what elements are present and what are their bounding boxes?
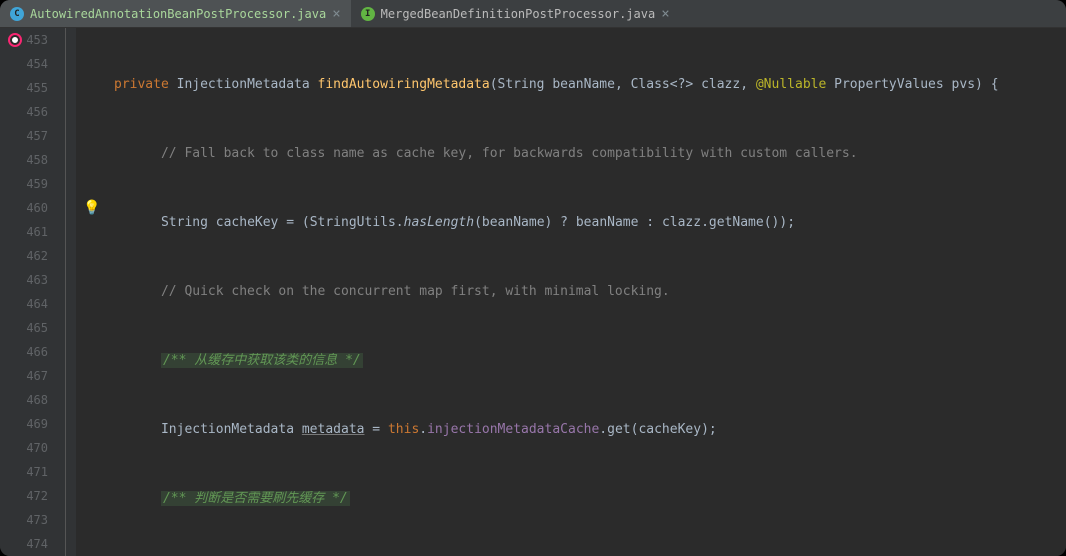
hint-cell	[76, 460, 108, 484]
tab-merged[interactable]: I MergedBeanDefinitionPostProcessor.java…	[351, 0, 680, 27]
editor-area[interactable]: 4534544554564574584594604614624634644654…	[0, 28, 1066, 556]
line-number: 470	[0, 436, 48, 460]
line-number-gutter: 4534544554564574584594604614624634644654…	[0, 28, 56, 556]
hint-cell	[76, 28, 108, 52]
line-number: 465	[0, 316, 48, 340]
line-number: 467	[0, 364, 48, 388]
tab-autowired[interactable]: C AutowiredAnnotationBeanPostProcessor.j…	[0, 0, 351, 27]
java-interface-icon: I	[361, 7, 375, 21]
hint-cell	[76, 76, 108, 100]
line-number: 466	[0, 340, 48, 364]
line-number: 469	[0, 412, 48, 436]
tab-label: MergedBeanDefinitionPostProcessor.java	[381, 7, 656, 21]
hint-cell	[76, 52, 108, 76]
ide-window: C AutowiredAnnotationBeanPostProcessor.j…	[0, 0, 1066, 556]
code-line: // Quick check on the concurrent map fir…	[114, 280, 1066, 304]
hint-cell	[76, 412, 108, 436]
fold-column	[56, 28, 76, 556]
hint-cell	[76, 484, 108, 508]
code-line: // Fall back to class name as cache key,…	[114, 142, 1066, 166]
java-class-icon: C	[10, 7, 24, 21]
line-number: 453	[0, 28, 48, 52]
close-icon[interactable]: ×	[661, 7, 669, 21]
line-number: 460	[0, 196, 48, 220]
hint-cell	[76, 340, 108, 364]
line-number: 473	[0, 508, 48, 532]
hint-cell	[76, 124, 108, 148]
line-number: 459	[0, 172, 48, 196]
line-number: 458	[0, 148, 48, 172]
hint-cell	[76, 100, 108, 124]
line-number: 456	[0, 100, 48, 124]
hint-cell	[76, 220, 108, 244]
close-icon[interactable]: ×	[332, 7, 340, 21]
line-number: 461	[0, 220, 48, 244]
code-body[interactable]: private InjectionMetadata findAutowiring…	[108, 28, 1066, 556]
line-number: 472	[0, 484, 48, 508]
code-line: InjectionMetadata metadata = this.inject…	[114, 418, 1066, 442]
code-line: private InjectionMetadata findAutowiring…	[114, 73, 1066, 97]
code-line: /** 判断是否需要刷先缓存 */	[114, 487, 1066, 511]
hint-cell	[76, 268, 108, 292]
line-number: 474	[0, 532, 48, 556]
hint-cell	[76, 388, 108, 412]
line-number: 464	[0, 292, 48, 316]
hint-cell	[76, 364, 108, 388]
hint-cell	[76, 172, 108, 196]
hint-cell	[76, 148, 108, 172]
target-icon	[8, 33, 22, 47]
code-line: /** 从缓存中获取该类的信息 */	[114, 349, 1066, 373]
hint-cell: 💡	[76, 196, 108, 220]
hint-cell	[76, 316, 108, 340]
line-number: 457	[0, 124, 48, 148]
lightbulb-icon[interactable]: 💡	[83, 196, 100, 220]
line-number: 468	[0, 388, 48, 412]
tab-bar: C AutowiredAnnotationBeanPostProcessor.j…	[0, 0, 1066, 28]
hint-cell	[76, 244, 108, 268]
line-number: 454	[0, 52, 48, 76]
line-number: 471	[0, 460, 48, 484]
hint-cell	[76, 508, 108, 532]
line-number: 463	[0, 268, 48, 292]
hint-cell	[76, 292, 108, 316]
code-line: String cacheKey = (StringUtils.hasLength…	[114, 211, 1066, 235]
line-number: 462	[0, 244, 48, 268]
hint-cell	[76, 532, 108, 556]
line-number: 455	[0, 76, 48, 100]
hint-column: 💡	[76, 28, 108, 556]
tab-label: AutowiredAnnotationBeanPostProcessor.jav…	[30, 7, 326, 21]
hint-cell	[76, 436, 108, 460]
